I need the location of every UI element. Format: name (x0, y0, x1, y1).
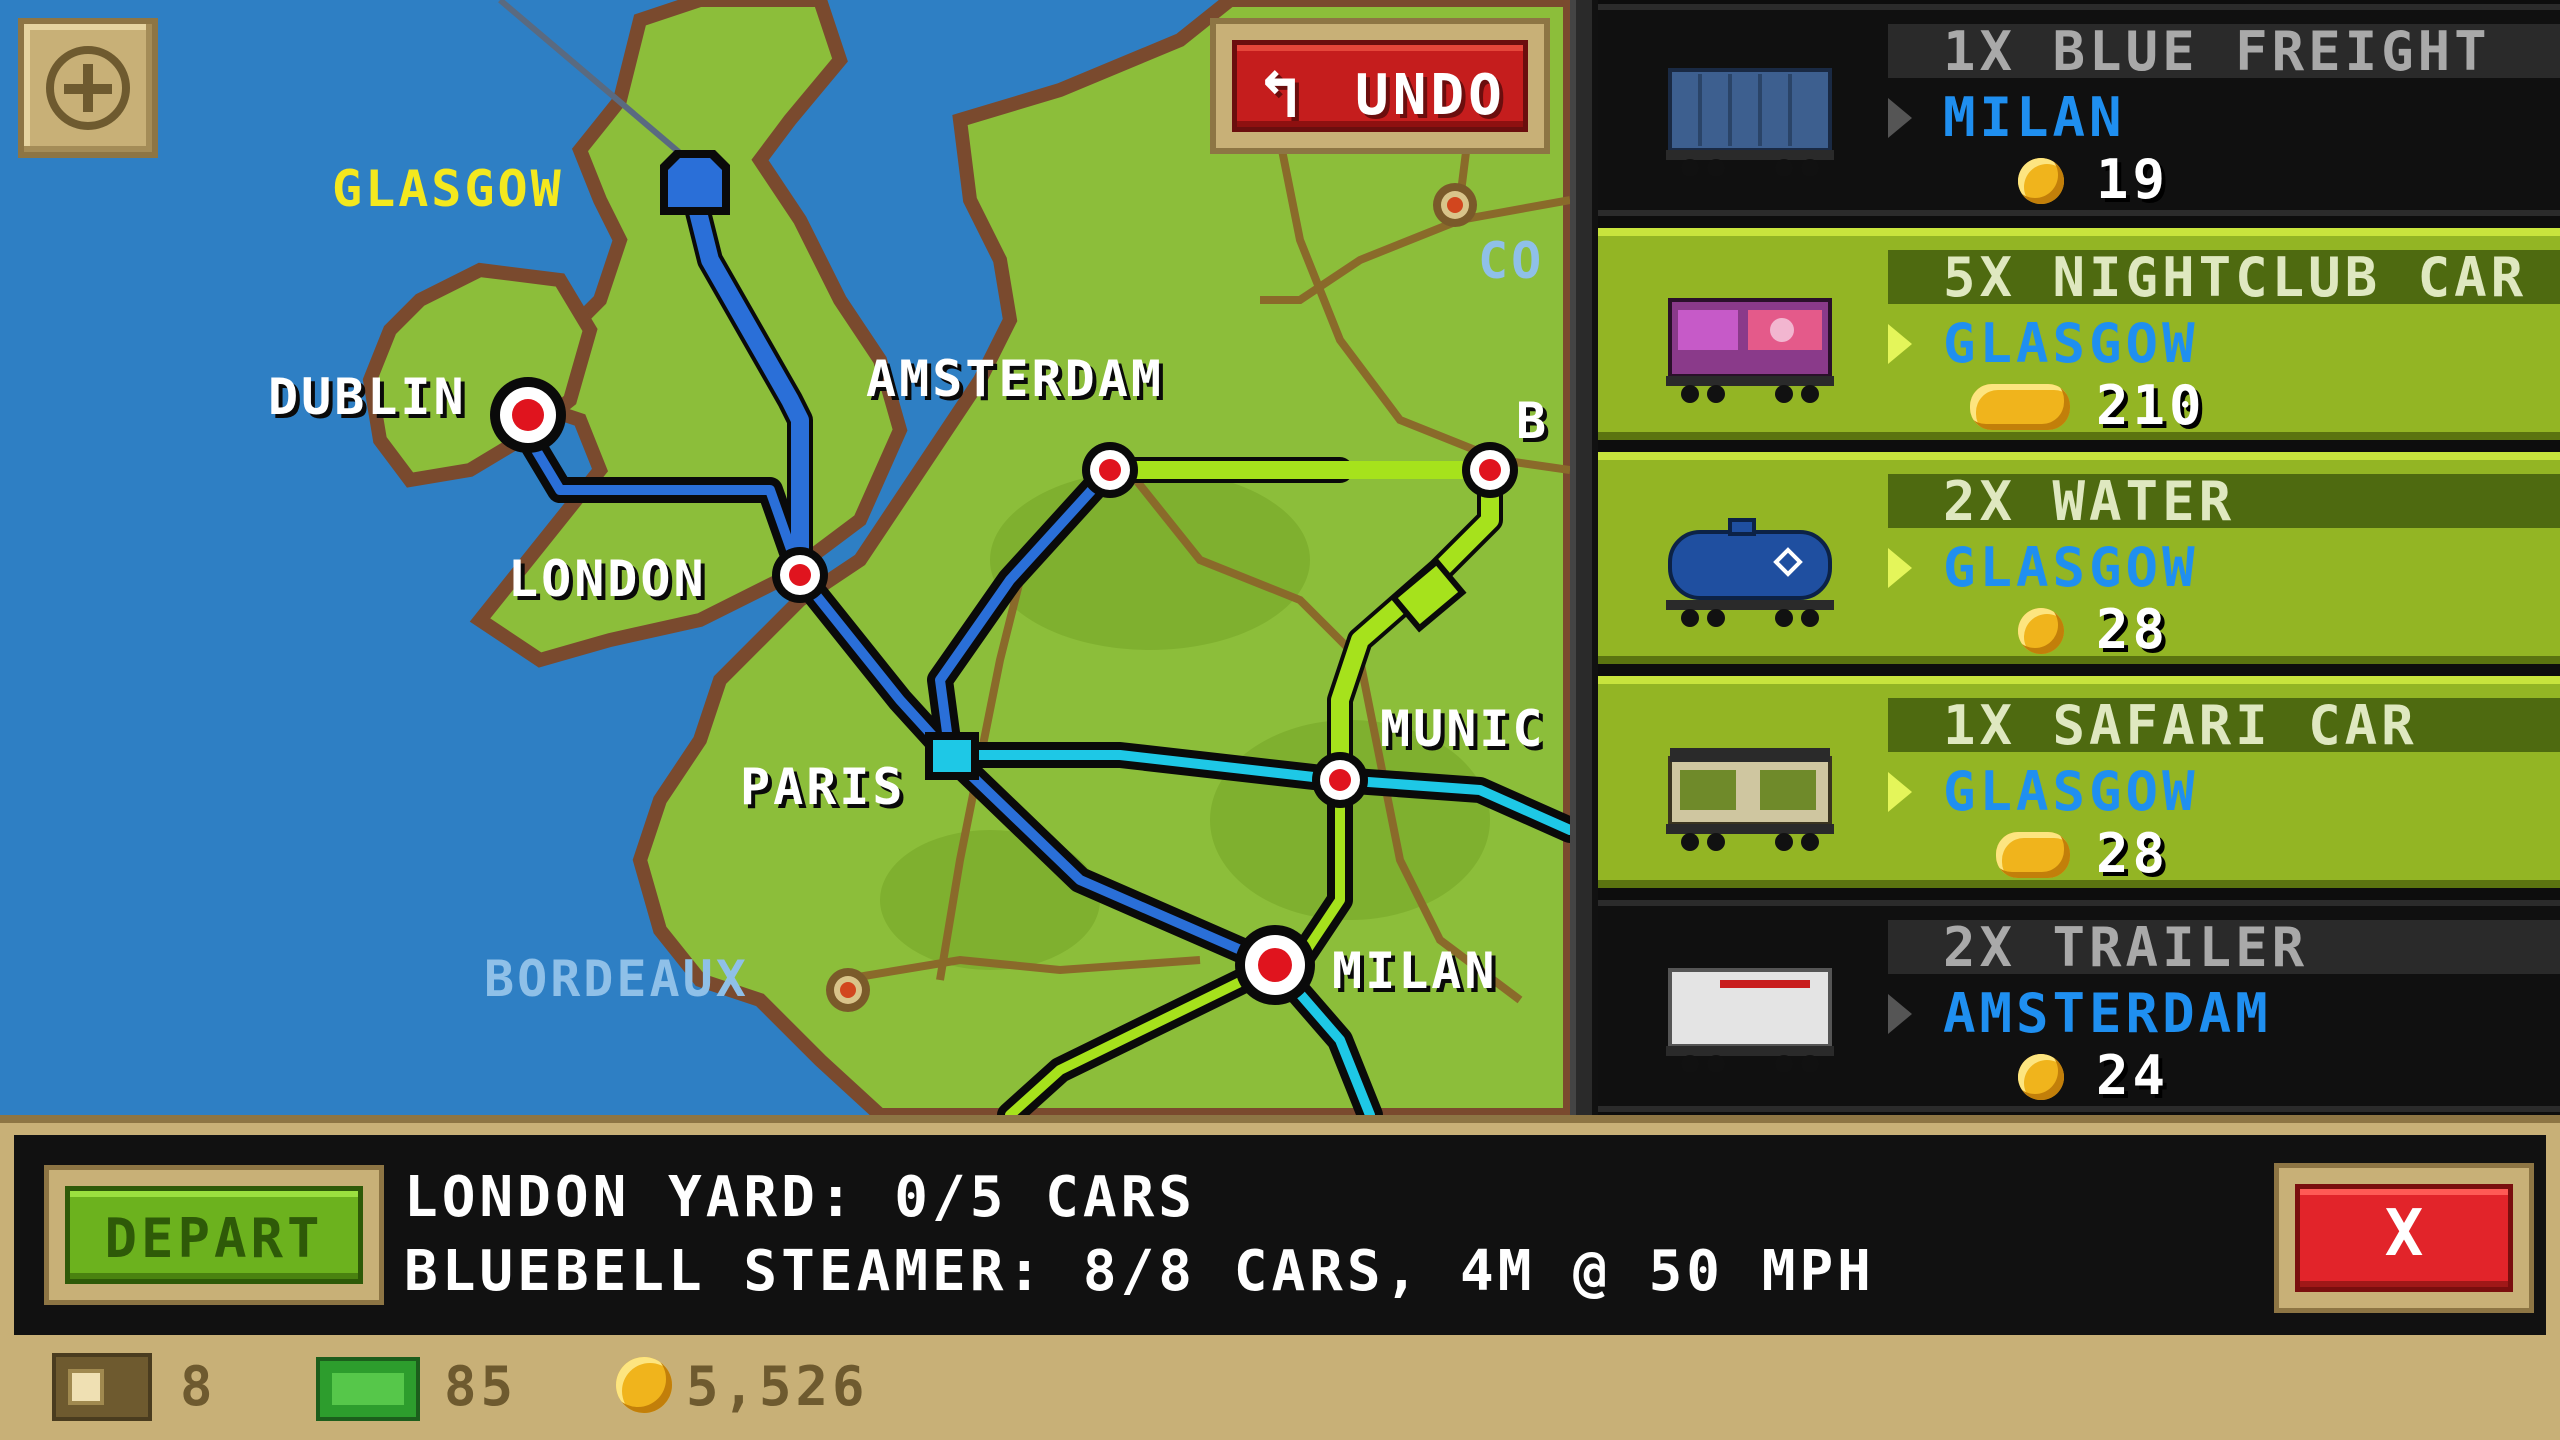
coin-icon (616, 1357, 672, 1413)
panel-divider (1570, 0, 1598, 1115)
nightclub-car-icon (1666, 298, 1834, 403)
coin-stack-icon (1996, 832, 2070, 878)
cargo-name: 5X NIGHTCLUB CAR (1943, 246, 2528, 309)
crate-count: 8 (180, 1355, 217, 1418)
train-status: BLUEBELL STEAMER: 8/8 CARS, 4M @ 50 MPH (404, 1239, 1875, 1304)
city-label-dublin: DUBLIN (268, 368, 467, 426)
undo-arrow-icon: ↰ (1259, 55, 1300, 134)
cargo-name: 1X SAFARI CAR (1943, 694, 2418, 757)
depart-label: DEPART (104, 1207, 324, 1270)
city-label-milan: MILAN (1332, 942, 1498, 1000)
station-amsterdam[interactable] (1082, 442, 1138, 498)
close-icon: X (2384, 1197, 2424, 1271)
destination-arrow-icon (1888, 324, 1912, 364)
cargo-name: 2X WATER (1943, 470, 2236, 533)
station-east[interactable] (1462, 442, 1518, 498)
undo-button-face: ↰ UNDO (1232, 40, 1528, 134)
crate-icon (52, 1353, 152, 1421)
plus-icon-v (83, 64, 93, 112)
cargo-list[interactable]: 1X BLUE FREIGHT MILAN 19 5X NIGHTCLUB CA… (1598, 0, 2560, 1115)
cash-icon (316, 1357, 420, 1421)
station-london[interactable] (772, 547, 828, 603)
cargo-item-safari-car[interactable]: 1X SAFARI CAR GLASGOW 28 (1598, 676, 2560, 888)
trailer-car-icon (1666, 968, 1834, 1073)
undo-button[interactable]: ↰ UNDO (1210, 18, 1550, 154)
cargo-item-water[interactable]: 2X WATER GLASGOW 28 (1598, 452, 2560, 664)
water-tanker-icon (1666, 518, 1834, 627)
close-button[interactable]: X (2274, 1163, 2534, 1313)
cargo-destination: GLASGOW (1943, 760, 2199, 823)
depart-button[interactable]: DEPART (44, 1165, 384, 1305)
cargo-destination: GLASGOW (1943, 312, 2199, 375)
coin-stack-icon (1970, 384, 2070, 430)
cargo-destination: AMSTERDAM (1943, 982, 2272, 1045)
close-button-face: X (2295, 1184, 2513, 1292)
destination-arrow-icon (1888, 994, 1912, 1034)
cargo-price: 210 (2096, 374, 2206, 437)
cargo-price: 19 (2096, 148, 2170, 211)
train-info-panel: DEPART LONDON YARD: 0/5 CARS BLUEBELL ST… (14, 1135, 2546, 1335)
cargo-price: 24 (2096, 1044, 2170, 1107)
station-dublin[interactable] (490, 377, 566, 453)
cash-count: 85 (444, 1355, 518, 1418)
safari-car-icon (1666, 748, 1834, 851)
depart-button-face: DEPART (65, 1186, 363, 1284)
cargo-destination: GLASGOW (1943, 536, 2199, 599)
blue-freight-car-icon (1666, 68, 1834, 177)
resource-status-bar: 8 85 5,526 (0, 1335, 2560, 1440)
cargo-item-nightclub-car[interactable]: 5X NIGHTCLUB CAR GLASGOW 210 (1598, 228, 2560, 440)
coin-icon (2018, 608, 2064, 654)
game-screen: GLASGOW DUBLIN AMSTERDAM LONDON PARIS MU… (0, 0, 2560, 1440)
destination-arrow-icon (1888, 98, 1912, 138)
undo-label: UNDO (1355, 63, 1506, 128)
zoom-in-button[interactable] (18, 18, 158, 158)
cargo-name: 2X TRAILER (1943, 916, 2309, 979)
city-label-bordeaux: BORDEAUX (484, 950, 749, 1008)
coin-count: 5,526 (686, 1355, 869, 1418)
cargo-item-blue-freight[interactable]: 1X BLUE FREIGHT MILAN 19 (1598, 4, 2560, 216)
destination-arrow-icon (1888, 548, 1912, 588)
route-map[interactable]: GLASGOW DUBLIN AMSTERDAM LONDON PARIS MU… (0, 0, 1570, 1115)
station-bordeaux[interactable] (826, 968, 870, 1012)
cargo-price: 28 (2096, 598, 2170, 661)
city-label-amsterdam: AMSTERDAM (866, 350, 1164, 408)
station-paris[interactable] (925, 732, 979, 780)
city-label-paris: PARIS (740, 758, 906, 816)
cargo-price: 28 (2096, 822, 2170, 885)
cargo-destination: MILAN (1943, 86, 2126, 149)
city-label-london: LONDON (508, 550, 707, 608)
train-engine-icon[interactable] (660, 150, 730, 215)
cargo-item-trailer[interactable]: 2X TRAILER AMSTERDAM 24 (1598, 900, 2560, 1112)
cargo-name: 1X BLUE FREIGHT (1943, 20, 2491, 83)
station-munich[interactable] (1312, 752, 1368, 808)
station-milan[interactable] (1235, 925, 1315, 1005)
destination-arrow-icon (1888, 772, 1912, 812)
city-label-partial-mid: B (1516, 392, 1550, 450)
city-label-glasgow: GLASGOW (332, 160, 564, 218)
city-label-munich: MUNIC (1380, 700, 1546, 758)
coin-icon (2018, 1054, 2064, 1100)
yard-status: LONDON YARD: 0/5 CARS (404, 1165, 1197, 1230)
train-info-bar: DEPART LONDON YARD: 0/5 CARS BLUEBELL ST… (0, 1115, 2560, 1335)
coin-icon (2018, 158, 2064, 204)
city-label-partial-top: CO (1478, 232, 1545, 290)
station-northeast[interactable] (1433, 183, 1477, 227)
